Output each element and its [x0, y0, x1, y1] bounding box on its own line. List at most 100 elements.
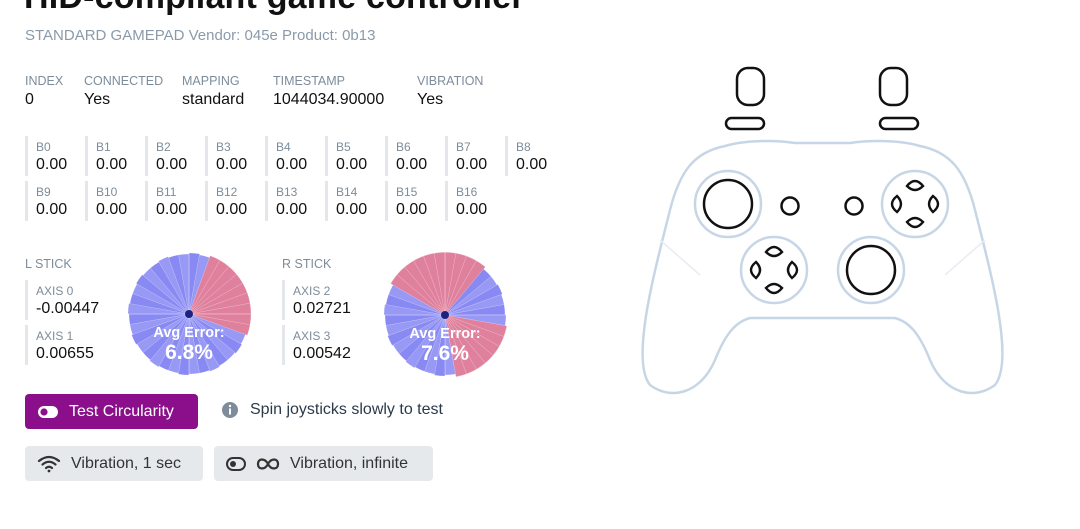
- right-stick-label: R STICK: [282, 257, 332, 271]
- right-avg-error-label: Avg Error:: [409, 326, 480, 342]
- menu-button: [844, 196, 864, 216]
- info-value: Yes: [417, 91, 444, 108]
- left-stick-position-dot: [185, 310, 193, 318]
- button-label: B12: [216, 185, 238, 199]
- toggle-icon: [226, 456, 246, 471]
- button-b10: B10 0.00: [85, 181, 139, 221]
- infinity-icon: [256, 457, 280, 470]
- info-icon: [222, 402, 238, 418]
- button-value: 0.00: [396, 156, 428, 173]
- axis-label: AXIS 0: [36, 284, 74, 298]
- button-b6: B6 0.00: [385, 136, 439, 176]
- button-label: B8: [516, 140, 531, 154]
- info-value: 0: [25, 91, 34, 108]
- button-b0: B0 0.00: [25, 136, 79, 176]
- left-avg-error-label: Avg Error:: [153, 325, 224, 341]
- right-bumper: [878, 116, 920, 131]
- button-value: 0.00: [456, 201, 488, 218]
- test-circularity-button[interactable]: Test Circularity: [25, 394, 198, 429]
- button-label: B3: [216, 140, 231, 154]
- info-label: MAPPING: [182, 74, 240, 88]
- button-label: B4: [276, 140, 291, 154]
- button-label: B14: [336, 185, 358, 199]
- dpad-up: [764, 245, 784, 258]
- right-trigger: [878, 66, 909, 107]
- axis-label: AXIS 1: [36, 329, 74, 343]
- left-stick: [702, 178, 754, 230]
- info-label: TIMESTAMP: [273, 74, 345, 88]
- device-subtitle: STANDARD GAMEPAD Vendor: 045e Product: 0…: [25, 27, 376, 44]
- info-timestamp: TIMESTAMP 1044034.90000: [273, 74, 384, 109]
- button-label: B6: [396, 140, 411, 154]
- button-value: 0.00: [96, 156, 128, 173]
- axis-value: -0.00447: [36, 300, 100, 317]
- dpad-right: [786, 260, 799, 280]
- button-value: 0.00: [456, 156, 488, 173]
- button-value: 0.00: [156, 201, 188, 218]
- button-b16: B16 0.00: [445, 181, 499, 221]
- spin-hint-text: Spin joysticks slowly to test: [250, 401, 443, 418]
- vibration-infinite-button[interactable]: Vibration, infinite: [214, 446, 433, 481]
- info-vibration: VIBRATION Yes: [417, 74, 483, 109]
- face-button-y: [905, 179, 925, 192]
- button-value: 0.00: [276, 201, 308, 218]
- button-b11: B11 0.00: [145, 181, 199, 221]
- button-value: 0.00: [396, 201, 428, 218]
- dpad-left: [749, 260, 762, 280]
- button-value: 0.00: [156, 156, 188, 173]
- info-label: CONNECTED: [84, 74, 164, 88]
- vibration-1sec-button[interactable]: Vibration, 1 sec: [25, 446, 203, 481]
- button-b7: B7 0.00: [445, 136, 499, 176]
- button-value: 0.00: [216, 156, 248, 173]
- page-title: HID-compliant game controller: [24, 0, 525, 17]
- button-value: 0.00: [36, 156, 68, 173]
- button-b13: B13 0.00: [265, 181, 319, 221]
- face-button-a: [905, 216, 925, 229]
- info-mapping: MAPPING standard: [182, 74, 244, 109]
- face-button-x: [890, 194, 903, 214]
- info-value: 1044034.90000: [273, 91, 385, 108]
- axis-1: AXIS 1 0.00655: [25, 325, 115, 365]
- info-connected: CONNECTED Yes: [84, 74, 163, 109]
- axis-0: AXIS 0 -0.00447: [25, 280, 115, 320]
- button-b2: B2 0.00: [145, 136, 199, 176]
- button-value: 0.00: [216, 201, 248, 218]
- left-stick-circularity-plot: Avg Error: 6.8%: [125, 250, 253, 378]
- axis-value: 0.00655: [36, 345, 94, 362]
- button-value: 0.00: [336, 201, 368, 218]
- toggle-icon: [38, 405, 58, 418]
- axis-value: 0.02721: [293, 300, 351, 317]
- left-stick-label: L STICK: [25, 257, 72, 271]
- info-label: VIBRATION: [417, 74, 484, 88]
- button-label: B11: [156, 185, 177, 199]
- button-label: B10: [96, 185, 118, 199]
- controller-diagram: [641, 66, 1004, 395]
- info-label: INDEX: [25, 74, 64, 88]
- button-label: B1: [96, 140, 111, 154]
- button-b5: B5 0.00: [325, 136, 379, 176]
- info-value: Yes: [84, 91, 111, 108]
- wifi-icon: [37, 455, 61, 472]
- button-label: B13: [276, 185, 298, 199]
- button-b12: B12 0.00: [205, 181, 259, 221]
- button-value: 0.00: [36, 201, 68, 218]
- button-value: 0.00: [276, 156, 308, 173]
- button-label: B7: [456, 140, 471, 154]
- button-label: B5: [336, 140, 351, 154]
- button-value: 0.00: [336, 156, 368, 173]
- right-avg-error-value: 7.6%: [421, 342, 469, 365]
- right-stick: [845, 244, 897, 296]
- info-index: INDEX 0: [25, 74, 63, 109]
- left-bumper: [724, 116, 766, 131]
- axis-3: AXIS 3 0.00542: [282, 325, 372, 365]
- button-b15: B15 0.00: [385, 181, 439, 221]
- view-button: [780, 196, 800, 216]
- button-value: 0.00: [516, 156, 548, 173]
- button-label: B15: [396, 185, 418, 199]
- axis-label: AXIS 2: [293, 284, 331, 298]
- axis-2: AXIS 2 0.02721: [282, 280, 372, 320]
- button-label: B9: [36, 185, 51, 199]
- button-b3: B3 0.00: [205, 136, 259, 176]
- vibration-1sec-label: Vibration, 1 sec: [71, 454, 181, 472]
- right-stick-circularity-plot: Avg Error: 7.6%: [381, 251, 509, 379]
